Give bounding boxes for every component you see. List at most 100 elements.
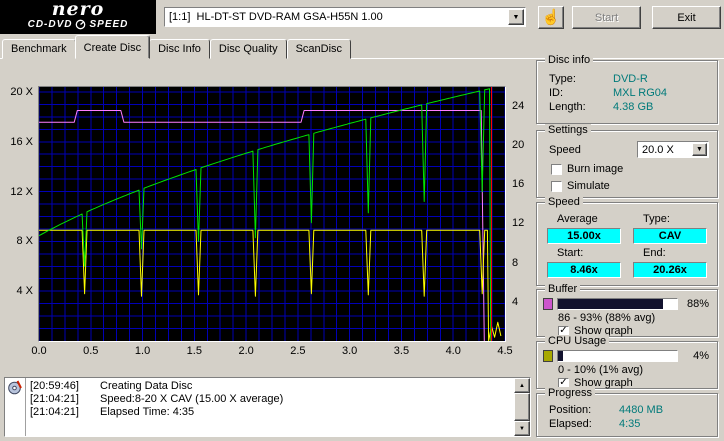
buffer-bar-fill [558, 299, 663, 309]
tab-create-disc[interactable]: Create Disc [74, 35, 151, 59]
chart-grid [39, 87, 505, 341]
log-timestamp: [20:59:46] [30, 380, 79, 392]
tab-bar: Benchmark Create Disc Disc Info Disc Qua… [2, 35, 352, 59]
left-axis-tick-label: 16 X [10, 135, 33, 148]
simulate-row: Simulate [537, 180, 717, 192]
end-label: End: [643, 247, 666, 259]
disc-info-group: Disc info Type: DVD-R ID: MXL RG04 Lengt… [536, 54, 718, 124]
right-axis-tick-label: 20 [512, 138, 525, 151]
logo-cd-dvd-text: CD-DVD [27, 19, 73, 30]
buffer-range-text: 86 - 93% (88% avg) [558, 312, 656, 324]
start-label: Start: [557, 247, 584, 259]
settings-group: Settings Speed 20.0 X ▼ Burn image Simul… [536, 124, 718, 198]
average-speed-value: 15.00x [547, 228, 621, 244]
right-axis-tick-label: 16 [512, 178, 525, 191]
x-axis-tick-label: 3.5 [393, 345, 410, 357]
hand-tool-button[interactable]: ☝ [538, 6, 564, 29]
nero-logo: nero CD-DVD SPEED [0, 0, 156, 34]
buffer-group: Buffer 88% 86 - 93% (88% avg) ✓ Show gra… [536, 283, 718, 337]
x-axis-tick-label: 3.0 [342, 345, 358, 357]
burn-image-checkbox[interactable] [551, 163, 562, 175]
chevron-down-icon: ▼ [512, 13, 520, 21]
tab-scandisc[interactable]: ScanDisc [286, 39, 352, 59]
disc-id-row: ID: MXL RG04 [537, 86, 717, 100]
start-button[interactable]: Start [572, 6, 641, 29]
speed-select-value: 20.0 X [642, 143, 674, 156]
disc-length-row: Length: 4.38 GB [537, 100, 717, 114]
log-message: Creating Data Disc [100, 380, 193, 392]
simulate-label: Simulate [567, 180, 610, 192]
drive-select-value: [1:1] HL-DT-ST DVD-RAM GSA-H55N 1.00 [169, 11, 383, 23]
burn-image-label: Burn image [567, 163, 624, 175]
nero-cd-dvd-speed-window: nero CD-DVD SPEED [1:1] HL-DT-ST DVD-RAM… [0, 0, 724, 441]
cpu-usage-group: CPU Usage 4% 0 - 10% (1% avg) ✓ Show gra… [536, 335, 718, 389]
cpu-bar [557, 350, 678, 362]
speed-select-dropdown-button[interactable]: ▼ [692, 143, 707, 156]
drive-select[interactable]: [1:1] HL-DT-ST DVD-RAM GSA-H55N 1.00 ▼ [164, 7, 526, 27]
speed-select[interactable]: 20.0 X ▼ [637, 141, 709, 158]
secondary-speed-line [39, 229, 502, 341]
elapsed-value: 4:35 [619, 418, 641, 430]
arrow-up-icon: ▲ [519, 382, 525, 389]
nero-wordmark: nero [51, 0, 105, 20]
buffer-group-title: Buffer [545, 283, 581, 296]
burn-image-row: Burn image [537, 163, 717, 175]
arrow-down-icon: ▼ [519, 425, 525, 432]
buffer-legend-chip [543, 298, 553, 310]
cd-dvd-speed-wordmark: CD-DVD SPEED [0, 18, 156, 31]
log-timestamp: [21:04:21] [30, 406, 79, 418]
status-log-panel: [20:59:46] Creating Data Disc [21:04:21]… [4, 377, 531, 437]
left-axis-tick-label: 20 X [10, 85, 33, 98]
start-speed-value: 8.46x [547, 262, 621, 278]
id-label: ID: [549, 87, 564, 99]
x-axis-tick-label: 4.0 [445, 345, 461, 357]
tab-disc-info[interactable]: Disc Info [149, 39, 210, 59]
scrollbar-thumb[interactable] [514, 393, 530, 421]
x-axis-tick-label: 1.0 [134, 345, 151, 357]
progress-group: Progress Position: 4480 MB Elapsed: 4:35 [536, 387, 718, 437]
x-axis-tick-label: 0.5 [83, 345, 99, 357]
disc-info-group-title: Disc info [545, 54, 594, 67]
chart-canvas [39, 87, 505, 341]
speed-group-title: Speed [545, 196, 583, 209]
speed-label: Speed [549, 143, 581, 156]
right-axis-tick-label: 4 [512, 295, 519, 308]
log-timestamp: [21:04:21] [30, 393, 79, 405]
end-speed-value: 20.26x [633, 262, 707, 278]
log-lines: [20:59:46] Creating Data Disc [21:04:21]… [26, 378, 514, 436]
buffer-percent: 88% [686, 298, 709, 310]
log-scrollbar[interactable]: ▲ ▼ [514, 378, 530, 436]
x-axis-tick-label: 4.5 [497, 345, 513, 357]
x-axis-tick-label: 2.0 [238, 345, 254, 357]
check-icon: ✓ [559, 376, 568, 388]
tab-disc-quality[interactable]: Disc Quality [209, 39, 287, 59]
elapsed-row: Elapsed: 4:35 [537, 417, 717, 431]
write-type-value: CAV [633, 228, 707, 244]
right-axis-tick-label: 8 [512, 256, 519, 269]
x-axis-tick-label: 2.5 [290, 345, 306, 357]
average-label: Average [557, 213, 598, 225]
logo-speed-text: SPEED [89, 19, 129, 30]
speedometer-icon [76, 19, 86, 30]
tab-benchmark[interactable]: Benchmark [2, 39, 76, 59]
drive-select-dropdown-button[interactable]: ▼ [508, 9, 524, 25]
log-entry: [21:04:21] Elapsed Time: 4:35 [30, 406, 514, 419]
exit-button[interactable]: Exit [652, 6, 721, 29]
disc-id-value: MXL RG04 [613, 87, 668, 99]
settings-group-title: Settings [545, 124, 591, 137]
write-type-label: Type: [643, 213, 670, 225]
scroll-up-button[interactable]: ▲ [514, 378, 530, 393]
left-axis-tick-label: 8 X [16, 235, 33, 248]
scroll-down-button[interactable]: ▼ [514, 421, 530, 436]
buffer-level-line [39, 110, 485, 341]
log-entry: [20:59:46] Creating Data Disc [30, 380, 514, 393]
speed-group: Speed Average Type: 15.00x CAV Start: En… [536, 196, 718, 286]
cpu-percent: 4% [693, 350, 709, 362]
burn-disc-icon [7, 380, 22, 395]
right-axis-tick-label: 24 [512, 99, 525, 112]
check-icon: ✓ [559, 324, 568, 336]
speed-chart [38, 86, 506, 342]
cpu-range-text: 0 - 10% (1% avg) [558, 364, 643, 376]
chevron-down-icon: ▼ [696, 146, 703, 153]
simulate-checkbox[interactable] [551, 180, 562, 192]
